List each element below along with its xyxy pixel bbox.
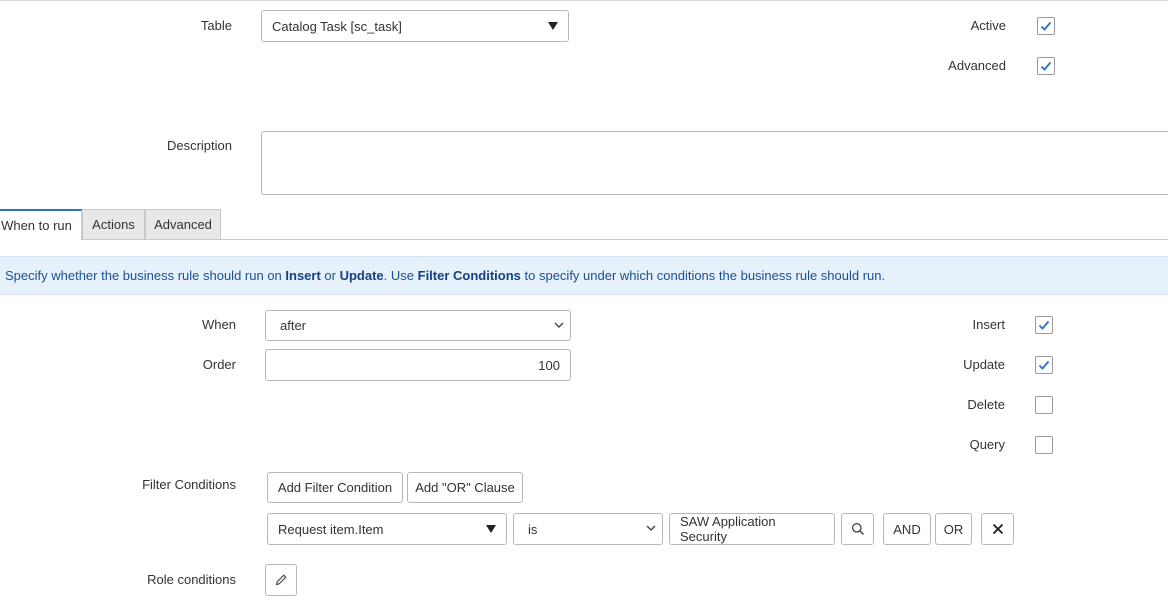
top-divider (0, 0, 1168, 1)
tab-when-to-run[interactable]: When to run (0, 209, 82, 240)
filter-value-input[interactable]: SAW Application Security (669, 513, 835, 545)
checkmark-icon (1040, 21, 1052, 31)
advanced-label: Advanced (948, 58, 1006, 73)
tab-advanced[interactable]: Advanced (145, 209, 221, 239)
tab-label: Actions (92, 217, 135, 232)
active-checkbox[interactable] (1037, 17, 1055, 35)
update-label: Update (963, 357, 1005, 372)
advanced-checkbox[interactable] (1037, 57, 1055, 75)
checkmark-icon (1040, 61, 1052, 71)
search-icon (851, 522, 864, 536)
banner-text: Specify whether the business rule should… (5, 268, 886, 283)
role-conditions-label: Role conditions (147, 572, 236, 587)
or-button[interactable]: OR (935, 513, 972, 545)
remove-condition-button[interactable] (981, 513, 1014, 545)
query-checkbox[interactable] (1035, 436, 1053, 454)
insert-label: Insert (972, 317, 1005, 332)
delete-checkbox[interactable] (1035, 396, 1053, 414)
pencil-icon (275, 574, 287, 586)
description-textarea[interactable] (261, 131, 1168, 195)
chevron-down-icon (554, 322, 564, 328)
filter-value-text: SAW Application Security (680, 514, 776, 544)
filter-field-value: Request item.Item (278, 521, 384, 537)
table-select-value: Catalog Task [sc_task] (272, 18, 402, 34)
when-select[interactable]: after (265, 310, 571, 341)
tab-label: When to run (1, 218, 72, 233)
when-label: When (202, 317, 236, 332)
table-label: Table (200, 18, 232, 33)
filter-conditions-label: Filter Conditions (142, 477, 236, 492)
order-input[interactable]: 100 (265, 349, 571, 381)
description-label: Description (166, 138, 232, 153)
checkmark-icon (1038, 360, 1050, 370)
close-icon (992, 523, 1003, 535)
info-banner: Specify whether the business rule should… (0, 256, 1168, 295)
dropdown-caret-icon (486, 525, 496, 533)
order-value: 100 (538, 357, 560, 373)
query-label: Query (969, 437, 1005, 452)
active-label: Active (970, 18, 1006, 33)
tab-label: Advanced (154, 217, 212, 232)
and-button[interactable]: AND (883, 513, 931, 545)
when-select-value: after (280, 318, 307, 333)
filter-operator-value: is (528, 521, 538, 537)
add-filter-condition-button[interactable]: Add Filter Condition (267, 472, 403, 503)
tab-actions[interactable]: Actions (82, 209, 145, 239)
edit-role-conditions-button[interactable] (265, 564, 297, 596)
filter-field-select[interactable]: Request item.Item (267, 513, 507, 545)
table-select[interactable]: Catalog Task [sc_task] (261, 10, 569, 42)
lookup-button[interactable] (841, 513, 874, 545)
add-or-clause-button[interactable]: Add "OR" Clause (407, 472, 523, 503)
filter-operator-select[interactable]: is (513, 513, 663, 545)
insert-checkbox[interactable] (1035, 316, 1053, 334)
dropdown-caret-icon (548, 22, 558, 30)
tab-strip-divider (0, 239, 1168, 240)
chevron-down-icon (646, 525, 656, 531)
checkmark-icon (1038, 320, 1050, 330)
order-label: Order (202, 357, 236, 372)
update-checkbox[interactable] (1035, 356, 1053, 374)
delete-label: Delete (967, 397, 1005, 412)
